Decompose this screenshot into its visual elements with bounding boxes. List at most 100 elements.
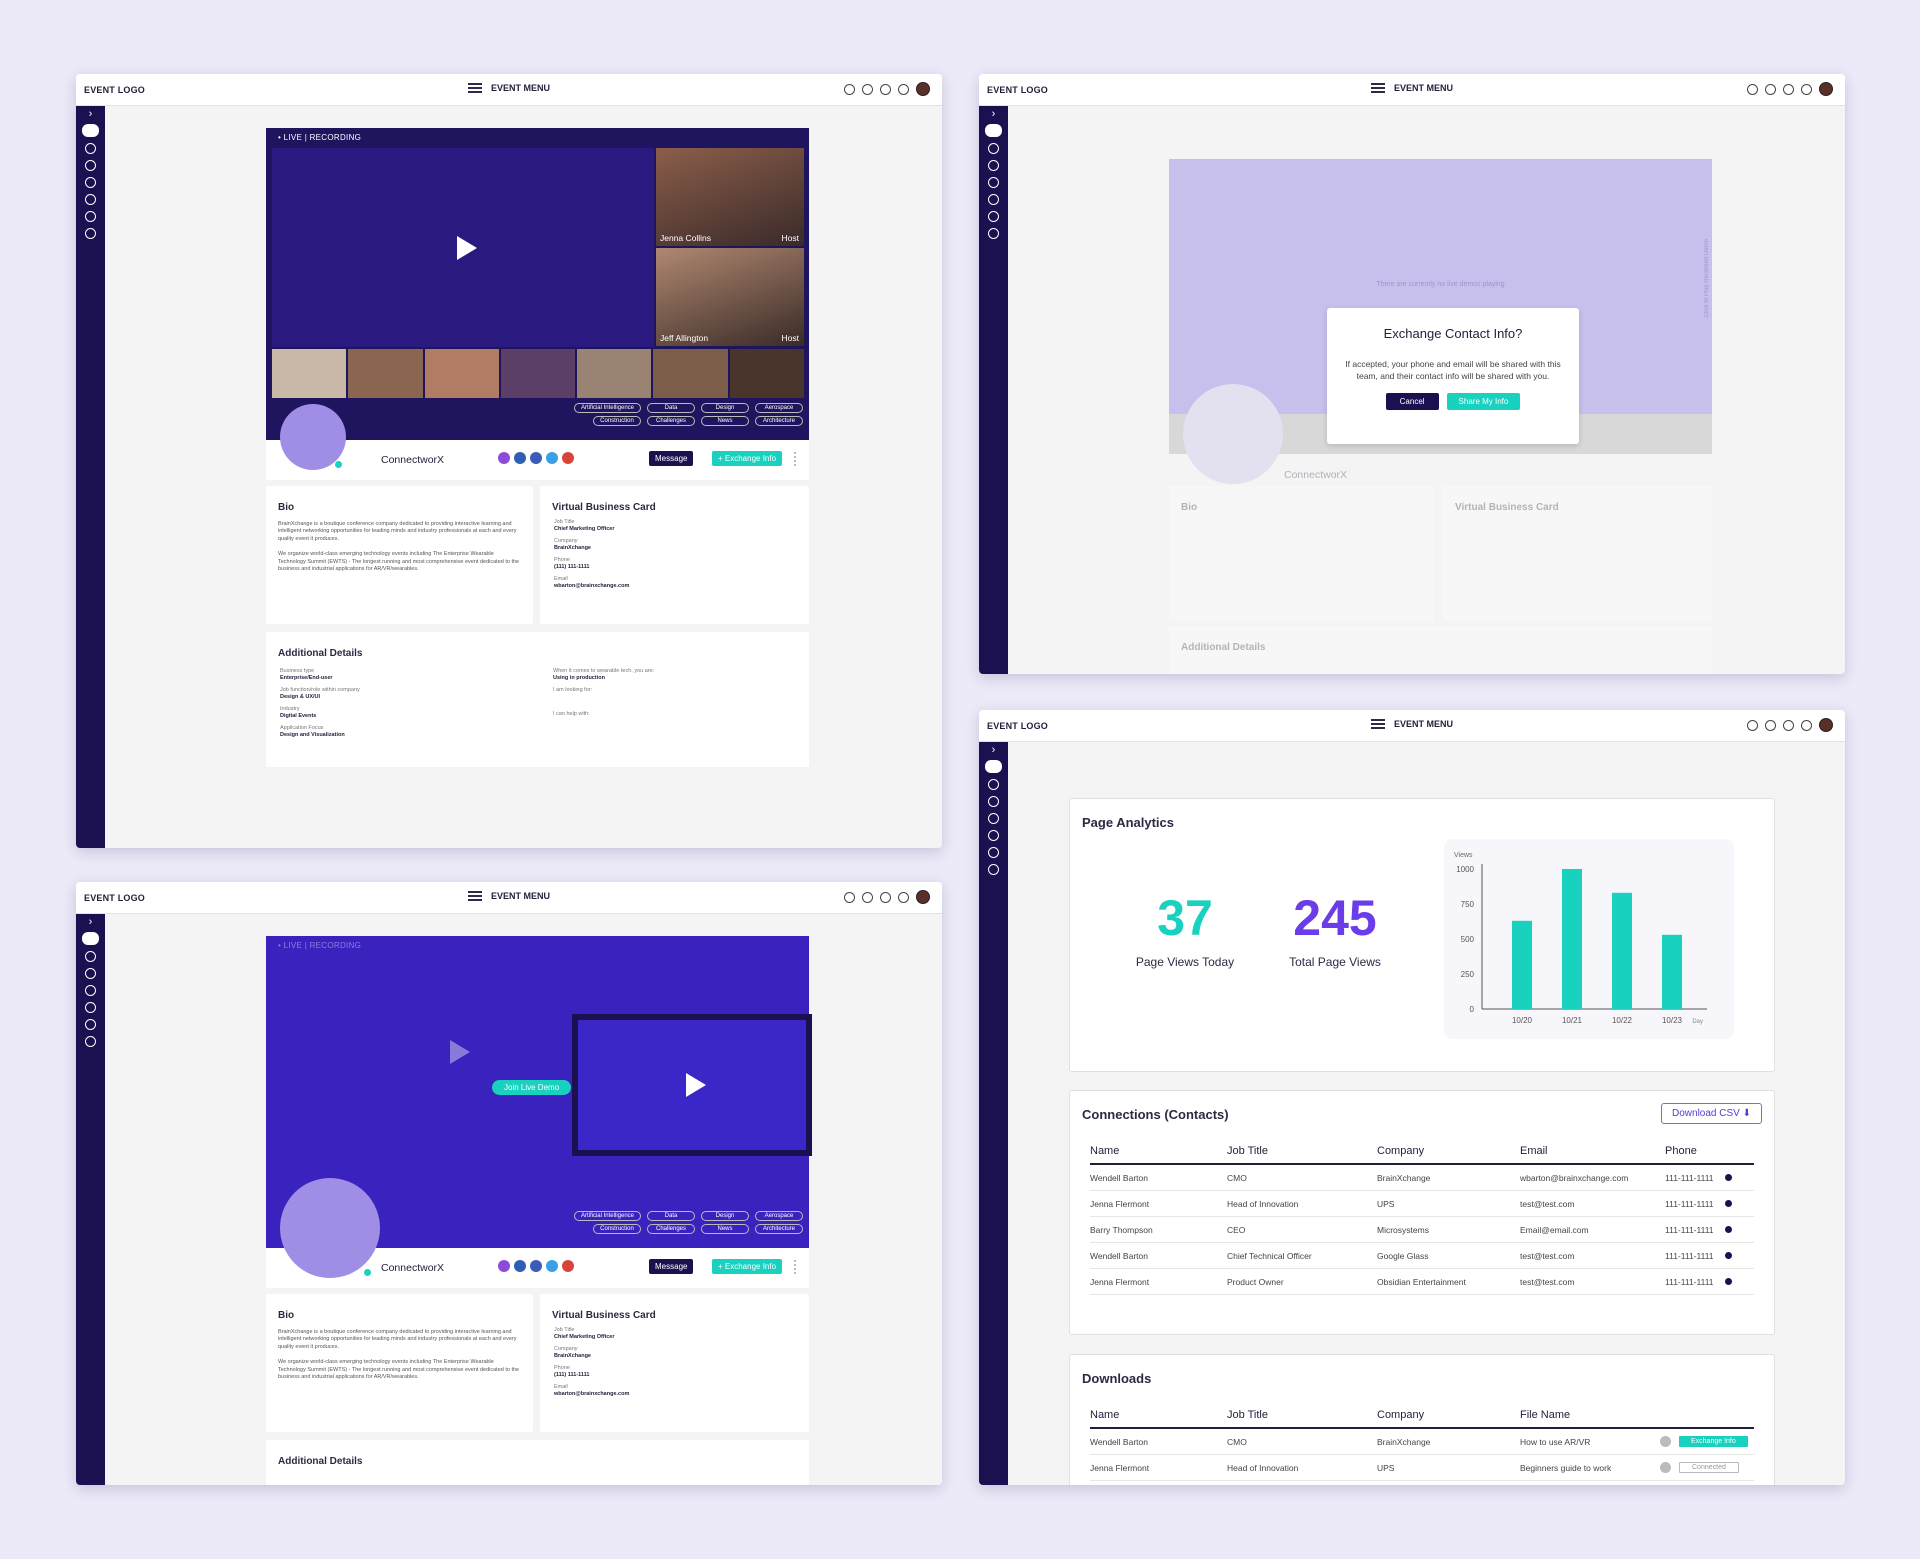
attendee-thumb[interactable] (577, 349, 652, 398)
sidebar-item-home[interactable] (82, 124, 99, 137)
attendee-thumb[interactable] (348, 349, 423, 398)
facebook-icon[interactable] (530, 452, 542, 464)
event-logo[interactable]: EVENT LOGO (84, 85, 145, 95)
column-header[interactable]: Name (1090, 1145, 1227, 1163)
event-logo[interactable]: EVENT LOGO (987, 85, 1048, 95)
add-icon[interactable] (1747, 83, 1758, 95)
user-avatar[interactable] (916, 890, 930, 904)
tag[interactable]: Challenges (647, 1224, 695, 1234)
search-icon[interactable] (862, 891, 873, 903)
sidebar-item-people[interactable] (988, 830, 999, 841)
column-header[interactable]: Email (1520, 1145, 1665, 1163)
table-row[interactable]: Barry Thompson CEO Microsystems Email@email… (1090, 1217, 1754, 1243)
sidebar-item-help[interactable] (85, 1036, 96, 1047)
sidebar-item-explore[interactable] (85, 1019, 96, 1030)
user-avatar[interactable] (1819, 718, 1833, 732)
add-icon[interactable] (1747, 719, 1758, 731)
search-icon[interactable] (1765, 83, 1776, 95)
main-video[interactable] (272, 148, 654, 347)
event-menu[interactable]: EVENT MENU (1370, 83, 1453, 93)
twitter-icon[interactable] (546, 1260, 558, 1272)
sidebar-item-agenda[interactable] (988, 796, 999, 807)
tag[interactable]: Construction (593, 1224, 641, 1234)
demo-video[interactable] (572, 1014, 812, 1156)
table-row[interactable]: Wendell Barton CMO BrainXchange wbarton@bra… (1090, 1165, 1754, 1191)
tag[interactable]: Architecture (755, 416, 803, 426)
column-header[interactable]: File Name (1520, 1409, 1660, 1427)
chat-icon[interactable] (1801, 719, 1812, 731)
event-menu[interactable]: EVENT MENU (1370, 719, 1453, 729)
tag[interactable]: Artificial Intelligence (573, 403, 641, 413)
expand-icon[interactable]: › (76, 108, 105, 120)
sidebar-item-video[interactable] (85, 143, 96, 154)
chat-icon[interactable] (1801, 83, 1812, 95)
sidebar-item-help[interactable] (988, 228, 999, 239)
sidebar-item-help[interactable] (988, 864, 999, 875)
contact-action-icon[interactable] (1725, 1174, 1732, 1181)
tag[interactable]: Architecture (755, 1224, 803, 1234)
event-menu[interactable]: EVENT MENU (467, 83, 550, 93)
recorded-demo-tab[interactable]: Click to Play Recorded Demo (1704, 239, 1710, 317)
tag[interactable]: News (701, 416, 749, 426)
expand-icon[interactable]: › (979, 108, 1008, 120)
table-row[interactable]: Jenna Flermont Head of Innovation UPS Begin… (1090, 1455, 1754, 1481)
contact-action-icon[interactable] (1725, 1200, 1732, 1207)
instagram-icon[interactable] (498, 452, 510, 464)
table-row[interactable]: Barry ThompsonCEOMicrosystemsExchange In… (1090, 1481, 1754, 1485)
column-header[interactable]: Company (1377, 1409, 1520, 1427)
attendee-thumb[interactable] (272, 349, 347, 398)
contact-action-icon[interactable] (1725, 1252, 1732, 1259)
download-icon[interactable] (1660, 1462, 1671, 1473)
download-icon[interactable] (1660, 1436, 1671, 1447)
column-header[interactable]: Phone (1665, 1145, 1725, 1163)
linkedin-icon[interactable] (514, 452, 526, 464)
sidebar-item-people[interactable] (85, 1002, 96, 1013)
sidebar-item-agenda[interactable] (85, 968, 96, 979)
user-avatar[interactable] (1819, 82, 1833, 96)
sidebar-item-video[interactable] (85, 951, 96, 962)
bell-icon[interactable] (880, 83, 891, 95)
play-icon[interactable] (450, 1040, 470, 1064)
tag[interactable]: Design (701, 403, 749, 413)
column-header[interactable]: Company (1377, 1145, 1520, 1163)
sidebar-item-home[interactable] (985, 760, 1002, 773)
column-header[interactable]: Name (1090, 1409, 1227, 1427)
tag[interactable]: Design (701, 1211, 749, 1221)
table-row[interactable]: Wendell Barton Chief Technical Officer Goo… (1090, 1243, 1754, 1269)
expand-icon[interactable]: › (76, 916, 105, 928)
youtube-icon[interactable] (562, 452, 574, 464)
sidebar-item-booths[interactable] (85, 177, 96, 188)
exchange-info-button[interactable]: + Exchange Info (712, 1259, 783, 1274)
download-csv-button[interactable]: Download CSV ⬇ (1661, 1103, 1762, 1124)
exchange-info-button[interactable]: + Exchange Info (712, 451, 783, 466)
tag[interactable]: Artificial Intelligence (573, 1211, 641, 1221)
bell-icon[interactable] (1783, 719, 1794, 731)
sidebar-item-agenda[interactable] (85, 160, 96, 171)
cancel-button[interactable]: Cancel (1385, 392, 1439, 410)
twitter-icon[interactable] (546, 452, 558, 464)
table-row[interactable]: Wendell Barton CMO BrainXchange How to use … (1090, 1429, 1754, 1455)
more-icon[interactable] (794, 452, 798, 466)
event-logo[interactable]: EVENT LOGO (84, 893, 145, 903)
facebook-icon[interactable] (530, 1260, 542, 1272)
table-row[interactable]: Jenna Flermont Product Owner Obsidian Ente… (1090, 1269, 1754, 1295)
expand-icon[interactable]: › (979, 744, 1008, 756)
sidebar-item-agenda[interactable] (988, 160, 999, 171)
sidebar-item-help[interactable] (85, 228, 96, 239)
sidebar-item-video[interactable] (988, 143, 999, 154)
chat-icon[interactable] (898, 83, 909, 95)
event-logo[interactable]: EVENT LOGO (987, 721, 1048, 731)
message-button[interactable]: Message (649, 1259, 694, 1274)
message-button[interactable]: Message (649, 451, 694, 466)
search-icon[interactable] (1765, 719, 1776, 731)
attendee-thumb[interactable] (729, 349, 804, 398)
tag[interactable]: Aerospace (755, 403, 803, 413)
host-tile[interactable]: Jeff Allington Host (656, 248, 804, 346)
column-header[interactable]: Job Title (1227, 1409, 1377, 1427)
play-icon[interactable] (686, 1073, 706, 1097)
chat-icon[interactable] (898, 891, 909, 903)
bell-icon[interactable] (880, 891, 891, 903)
bell-icon[interactable] (1783, 83, 1794, 95)
tag[interactable]: Aerospace (755, 1211, 803, 1221)
sidebar-item-explore[interactable] (988, 847, 999, 858)
